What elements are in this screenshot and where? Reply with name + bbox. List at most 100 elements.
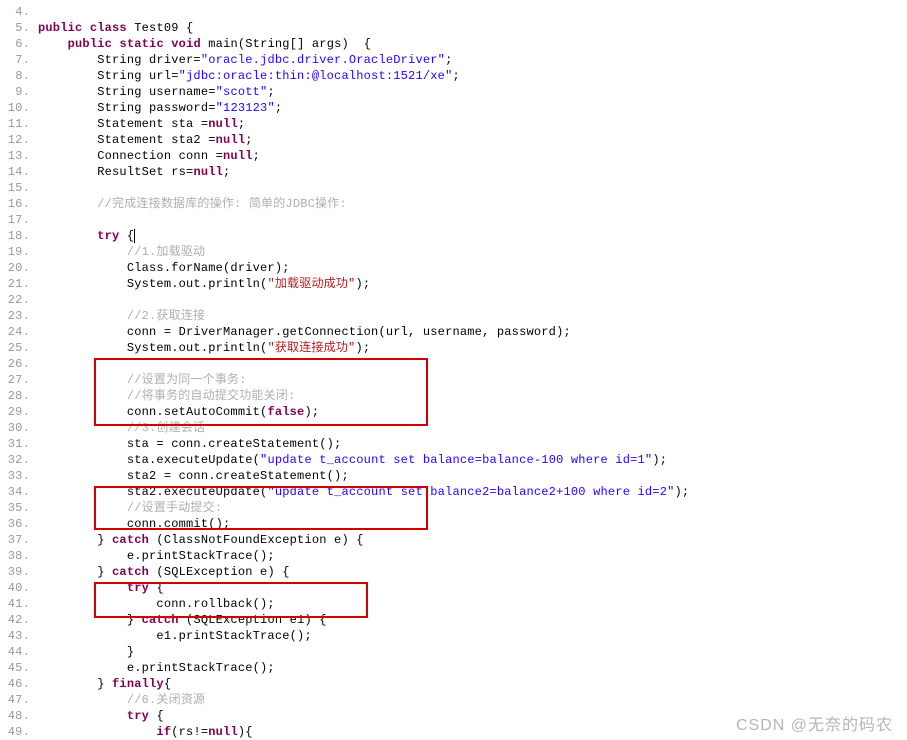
code-line: 43. e1.printStackTrace(); [0, 628, 907, 644]
gutter-line-number: 10. [0, 100, 38, 116]
code-line: 26. [0, 356, 907, 372]
code-content: //完成连接数据库的操作: 简单的JDBC操作: [38, 196, 907, 212]
code-content: if(rs!=null){ [38, 724, 907, 740]
code-content: System.out.println("获取连接成功"); [38, 340, 907, 356]
code-line: 21. System.out.println("加载驱动成功"); [0, 276, 907, 292]
code-content: Class.forName(driver); [38, 260, 907, 276]
gutter-line-number: 6. [0, 36, 38, 52]
gutter-line-number: 19. [0, 244, 38, 260]
code-content: conn.rollback(); [38, 596, 907, 612]
gutter-line-number: 13. [0, 148, 38, 164]
code-content: public static void main(String[] args) { [38, 36, 907, 52]
gutter-line-number: 38. [0, 548, 38, 564]
code-content: e.printStackTrace(); [38, 660, 907, 676]
code-line: 45. e.printStackTrace(); [0, 660, 907, 676]
gutter-line-number: 42. [0, 612, 38, 628]
code-line: 44. } [0, 644, 907, 660]
gutter-line-number: 48. [0, 708, 38, 724]
gutter-line-number: 14. [0, 164, 38, 180]
gutter-line-number: 18. [0, 228, 38, 244]
code-line: 16. //完成连接数据库的操作: 简单的JDBC操作: [0, 196, 907, 212]
code-line: 22. [0, 292, 907, 308]
code-line: 10. String password="123123"; [0, 100, 907, 116]
code-content: try { [38, 228, 907, 244]
code-content: //3.创建会话 [38, 420, 907, 436]
code-line: 36. conn.commit(); [0, 516, 907, 532]
gutter-line-number: 20. [0, 260, 38, 276]
gutter-line-number: 34. [0, 484, 38, 500]
gutter-line-number: 46. [0, 676, 38, 692]
code-line: 19. //1.加载驱动 [0, 244, 907, 260]
gutter-line-number: 44. [0, 644, 38, 660]
gutter-line-number: 24. [0, 324, 38, 340]
gutter-line-number: 22. [0, 292, 38, 308]
code-content: try { [38, 708, 907, 724]
code-line: 33. sta2 = conn.createStatement(); [0, 468, 907, 484]
gutter-line-number: 9. [0, 84, 38, 100]
gutter-line-number: 30. [0, 420, 38, 436]
code-content: sta2 = conn.createStatement(); [38, 468, 907, 484]
gutter-line-number: 8. [0, 68, 38, 84]
code-line: 20. Class.forName(driver); [0, 260, 907, 276]
gutter-line-number: 23. [0, 308, 38, 324]
gutter-line-number: 41. [0, 596, 38, 612]
code-line: 46. } finally{ [0, 676, 907, 692]
code-content: } catch (SQLException e) { [38, 564, 907, 580]
gutter-line-number: 45. [0, 660, 38, 676]
code-line: 14. ResultSet rs=null; [0, 164, 907, 180]
code-content: } catch (SQLException e1) { [38, 612, 907, 628]
code-content: conn.commit(); [38, 516, 907, 532]
code-content: e1.printStackTrace(); [38, 628, 907, 644]
code-content: //6.关闭资源 [38, 692, 907, 708]
code-line: 18. try { [0, 228, 907, 244]
code-line: 41. conn.rollback(); [0, 596, 907, 612]
gutter-line-number: 25. [0, 340, 38, 356]
code-content: sta2.executeUpdate("update t_account set… [38, 484, 907, 500]
gutter-line-number: 4. [0, 4, 38, 20]
code-content: Statement sta2 =null; [38, 132, 907, 148]
gutter-line-number: 35. [0, 500, 38, 516]
code-line: 7. String driver="oracle.jdbc.driver.Ora… [0, 52, 907, 68]
gutter-line-number: 37. [0, 532, 38, 548]
code-line: 23. //2.获取连接 [0, 308, 907, 324]
code-content: String password="123123"; [38, 100, 907, 116]
code-line: 30. //3.创建会话 [0, 420, 907, 436]
gutter-line-number: 7. [0, 52, 38, 68]
code-content: //将事务的自动提交功能关闭: [38, 388, 907, 404]
code-content: } [38, 644, 907, 660]
code-line: 24. conn = DriverManager.getConnection(u… [0, 324, 907, 340]
code-content: //设置为同一个事务: [38, 372, 907, 388]
code-content: sta.executeUpdate("update t_account set … [38, 452, 907, 468]
gutter-line-number: 39. [0, 564, 38, 580]
code-content: } catch (ClassNotFoundException e) { [38, 532, 907, 548]
code-line: 34. sta2.executeUpdate("update t_account… [0, 484, 907, 500]
code-line: 25. System.out.println("获取连接成功"); [0, 340, 907, 356]
code-content: String driver="oracle.jdbc.driver.Oracle… [38, 52, 907, 68]
code-line: 28. //将事务的自动提交功能关闭: [0, 388, 907, 404]
gutter-line-number: 21. [0, 276, 38, 292]
gutter-line-number: 12. [0, 132, 38, 148]
gutter-line-number: 29. [0, 404, 38, 420]
code-content: sta = conn.createStatement(); [38, 436, 907, 452]
code-line: 37. } catch (ClassNotFoundException e) { [0, 532, 907, 548]
code-line: 6. public static void main(String[] args… [0, 36, 907, 52]
code-line: 38. e.printStackTrace(); [0, 548, 907, 564]
code-line: 49. if(rs!=null){ [0, 724, 907, 740]
code-line: 35. //设置手动提交: [0, 500, 907, 516]
code-line: 42. } catch (SQLException e1) { [0, 612, 907, 628]
gutter-line-number: 28. [0, 388, 38, 404]
gutter-line-number: 43. [0, 628, 38, 644]
code-content: //1.加载驱动 [38, 244, 907, 260]
code-line: 13. Connection conn =null; [0, 148, 907, 164]
code-content: conn.setAutoCommit(false); [38, 404, 907, 420]
code-line: 17. [0, 212, 907, 228]
code-line: 39. } catch (SQLException e) { [0, 564, 907, 580]
code-line: 32. sta.executeUpdate("update t_account … [0, 452, 907, 468]
gutter-line-number: 40. [0, 580, 38, 596]
code-line: 4. [0, 4, 907, 20]
code-content: public class Test09 { [38, 20, 907, 36]
gutter-line-number: 31. [0, 436, 38, 452]
gutter-line-number: 32. [0, 452, 38, 468]
gutter-line-number: 17. [0, 212, 38, 228]
code-editor: 4.5.public class Test09 {6. public stati… [0, 0, 907, 740]
